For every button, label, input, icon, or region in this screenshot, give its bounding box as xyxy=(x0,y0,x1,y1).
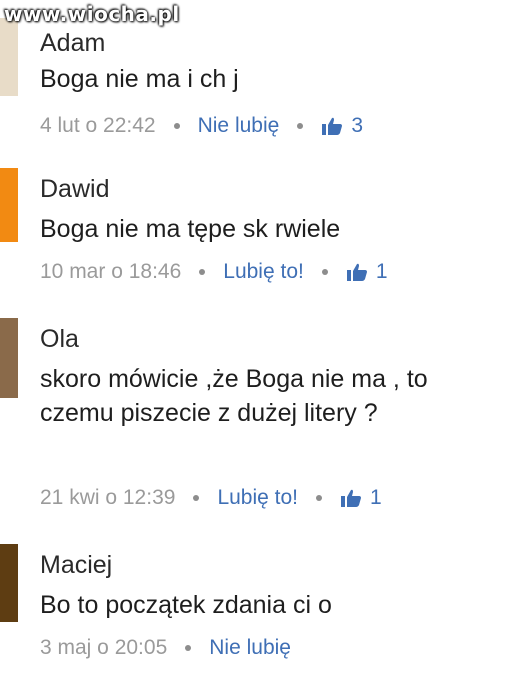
like-count: 1 xyxy=(375,260,388,283)
comment-meta: 10 mar o 18:46 Lubię to! 1 xyxy=(40,258,388,286)
watermark-logo: www.wiocha.pl xyxy=(4,2,180,26)
comment-accent-bar xyxy=(0,318,18,398)
comment-date: 10 mar o 18:46 xyxy=(40,260,182,283)
comment-author[interactable]: Maciej xyxy=(40,550,112,580)
thumbs-up-icon[interactable] xyxy=(346,262,368,282)
comment-date: 21 kwi o 12:39 xyxy=(40,486,176,509)
like-count: 3 xyxy=(351,114,363,137)
comment-date: 3 maj o 20:05 xyxy=(40,636,168,659)
comment-accent-bar xyxy=(0,168,18,242)
thumbs-up-icon[interactable] xyxy=(340,488,362,508)
like-button[interactable]: Lubię to! xyxy=(217,484,298,512)
comment-item: Maciej Bo to początek zdania ci o 3 maj … xyxy=(0,530,512,675)
comment-text: skoro mówicie ,że Boga nie ma , to czemu… xyxy=(40,365,428,427)
like-button[interactable]: Nie lubię xyxy=(198,112,280,140)
comment-item: Dawid Boga nie ma tępe sk rwiele 10 mar … xyxy=(0,150,512,310)
like-count: 1 xyxy=(370,486,382,509)
comment-meta: 4 lut o 22:42 Nie lubię 3 xyxy=(40,112,363,140)
comment-accent-bar xyxy=(0,544,18,622)
separator-dot xyxy=(321,269,328,275)
separator-dot xyxy=(185,645,192,651)
comment-text: Boga nie ma i ch j xyxy=(40,65,239,93)
thumbs-up-icon[interactable] xyxy=(321,116,343,136)
comment-meta: 3 maj o 20:05 Nie lubię xyxy=(40,634,291,662)
comment-text: Boga nie ma tępe sk rwiele xyxy=(40,215,341,243)
comment-author[interactable]: Adam xyxy=(40,28,105,58)
comment-item: Ola skoro mówicie ,że Boga nie ma , to c… xyxy=(0,310,512,530)
comment-author[interactable]: Dawid xyxy=(40,174,109,204)
separator-dot xyxy=(297,123,304,129)
comment-text: Bo to początek zdania ci o xyxy=(40,591,332,619)
separator-dot xyxy=(316,495,323,501)
comment-date: 4 lut o 22:42 xyxy=(40,114,156,137)
separator-dot xyxy=(199,269,206,275)
comment-meta: 21 kwi o 12:39 Lubię to! 1 xyxy=(40,484,382,512)
separator-dot xyxy=(173,123,180,129)
comment-author[interactable]: Ola xyxy=(40,324,79,354)
like-button[interactable]: Nie lubię xyxy=(209,634,291,662)
separator-dot xyxy=(193,495,200,501)
like-button[interactable]: Lubię to! xyxy=(223,258,304,286)
comment-accent-bar xyxy=(0,18,18,96)
